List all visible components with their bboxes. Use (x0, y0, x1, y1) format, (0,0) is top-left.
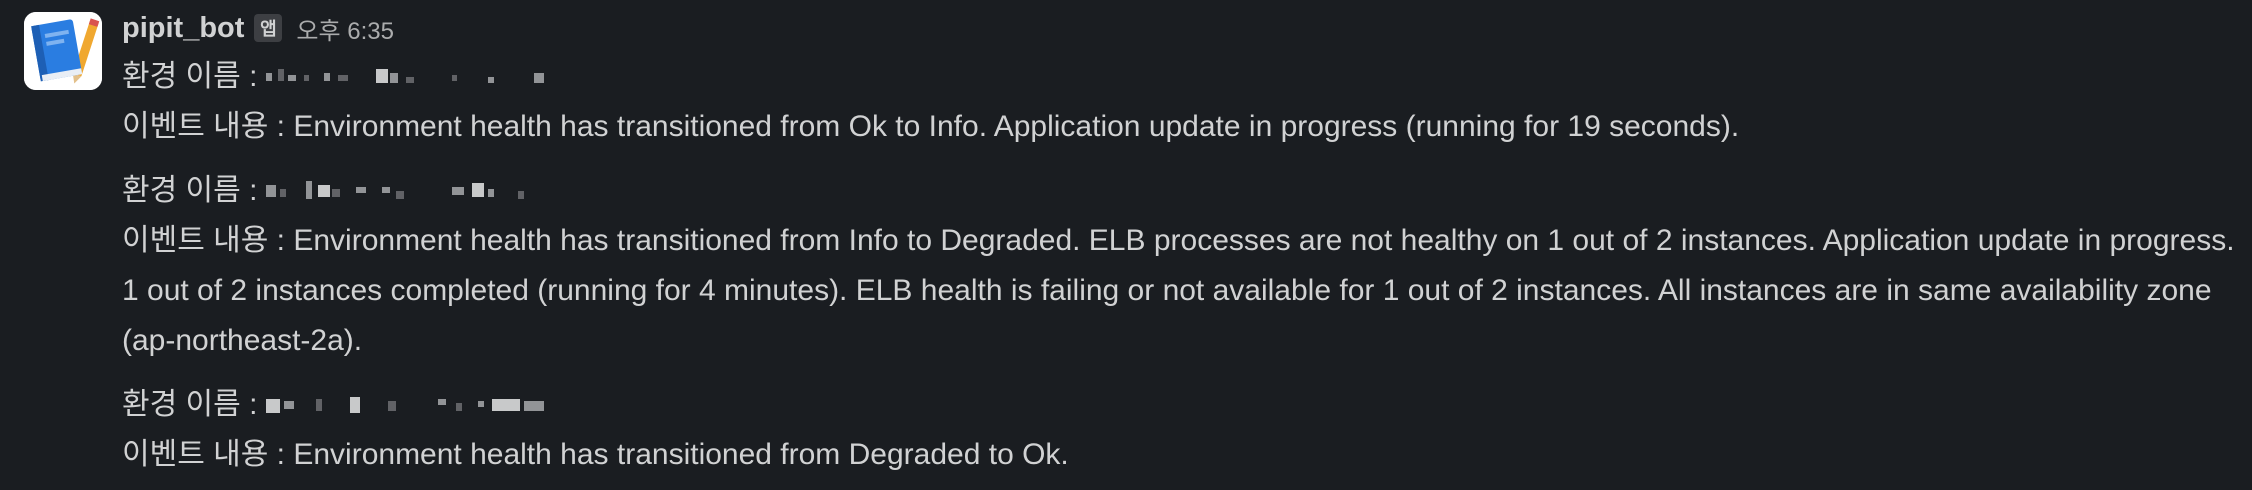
event-block: 환경 이름 : 이벤트 내용 : Environment health has … (122, 52, 2242, 152)
event-content-text: Environment health has transitioned from… (122, 224, 2235, 357)
env-name-label: 환경 이름 : (122, 388, 266, 421)
env-name-label: 환경 이름 : (122, 60, 266, 93)
app-badge: 앱 (254, 14, 283, 42)
event-content-label: 이벤트 내용 : (122, 438, 294, 471)
redacted-env-name (265, 395, 566, 417)
timestamp[interactable]: 오후 6:35 (296, 11, 394, 46)
username[interactable]: pipit_bot (122, 12, 244, 45)
env-name-line: 환경 이름 : (122, 166, 2242, 216)
redacted-env-name (265, 67, 546, 89)
event-content-line: 이벤트 내용 : Environment health has transiti… (122, 102, 2242, 152)
event-content-text: Environment health has transitioned from… (293, 438, 1069, 471)
avatar[interactable] (24, 12, 102, 90)
event-content-line: 이벤트 내용 : Environment health has transiti… (122, 430, 2242, 480)
message-body: 환경 이름 : 이벤트 내용 : Environment health has … (122, 52, 2242, 480)
event-block: 환경 이름 : 이벤트 내용 : Environment health has … (122, 166, 2242, 366)
event-content-label: 이벤트 내용 : (122, 224, 294, 257)
event-block: 환경 이름 : 이벤트 내용 : Environment health has … (122, 380, 2242, 480)
redacted-env-name (265, 181, 566, 203)
event-content-text: Environment health has transitioned from… (293, 110, 1740, 143)
env-name-line: 환경 이름 : (122, 52, 2242, 102)
env-name-line: 환경 이름 : (122, 380, 2242, 430)
message-header: pipit_bot 앱 오후 6:35 (122, 6, 394, 50)
slack-message: pipit_bot 앱 오후 6:35 환경 이름 : 이벤트 내용: Env… (0, 0, 2252, 490)
event-content-label: 이벤트 내용 : (122, 110, 294, 143)
blue-book-icon (24, 12, 102, 90)
event-content-line: 이벤트 내용 : Environment health has transiti… (122, 216, 2242, 366)
env-name-label: 환경 이름 : (122, 174, 266, 207)
